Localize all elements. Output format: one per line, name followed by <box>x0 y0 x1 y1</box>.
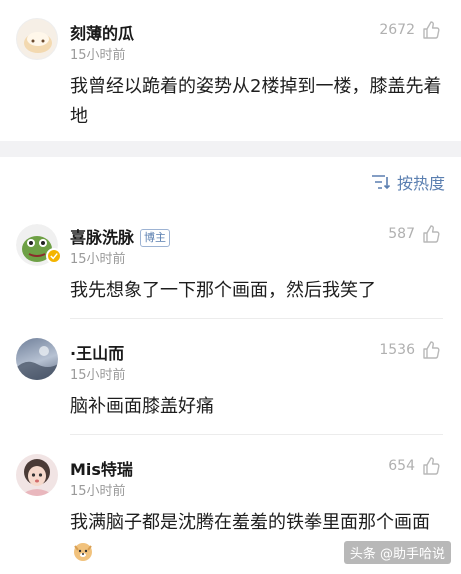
sort-by-hot-button[interactable]: 按热度 <box>371 170 445 194</box>
like-count: 654 <box>388 458 415 474</box>
like-count: 1536 <box>379 342 415 358</box>
thumbs-up-icon <box>423 457 440 475</box>
comment-divider <box>70 318 443 319</box>
landscape-avatar-icon <box>16 346 58 380</box>
username[interactable]: 喜脉洗脉 博主 <box>70 224 171 248</box>
author-badge: 博主 <box>140 229 171 247</box>
username[interactable]: 刻薄的瓜 <box>70 20 134 44</box>
like-button[interactable]: 654 <box>388 456 441 476</box>
username[interactable]: ·王山而 <box>70 340 124 364</box>
melon-avatar-icon <box>24 32 52 53</box>
thumbs-up-icon <box>423 341 440 359</box>
like-count: 2672 <box>379 22 415 38</box>
section-divider <box>0 141 461 157</box>
timestamp: 15小时前 <box>70 484 126 499</box>
comment-text: 我曾经以跪着的姿势从2楼掉到一楼，膝盖先着地 <box>70 76 442 127</box>
verified-badge-icon <box>46 248 62 264</box>
sort-label: 按热度 <box>396 174 445 193</box>
thumbs-up-icon <box>423 225 440 243</box>
comment-text: 我满脑子都是沈腾在羞羞的铁拳里面那个画面 <box>70 512 430 533</box>
watermark: 头条 @助手哈说 <box>343 541 451 564</box>
doge-emoji-icon <box>74 543 92 561</box>
sort-icon <box>371 175 391 190</box>
timestamp: 15小时前 <box>70 368 126 383</box>
username[interactable]: Mis特瑞 <box>70 456 133 480</box>
avatar[interactable] <box>16 338 58 380</box>
avatar[interactable] <box>16 18 58 60</box>
username-text: 喜脉洗脉 <box>70 228 135 247</box>
like-button[interactable]: 2672 <box>379 20 441 40</box>
like-count: 587 <box>388 226 415 242</box>
like-button[interactable]: 587 <box>388 224 441 244</box>
timestamp: 15小时前 <box>70 252 126 267</box>
comment-item: 刻薄的瓜 15小时前 2672 我曾经以跪着的姿势从2楼掉到一楼，膝盖先着地 <box>0 0 461 141</box>
timestamp: 15小时前 <box>70 48 126 63</box>
comment-divider <box>70 434 443 435</box>
avatar[interactable] <box>16 454 58 496</box>
comment-text: 脑补画面膝盖好痛 <box>70 396 214 417</box>
comment-text: 我先想象了一下那个画面，然后我笑了 <box>70 280 376 301</box>
thumbs-up-icon <box>423 21 440 39</box>
comment-item: ·王山而 15小时前 1536 脑补画面膝盖好痛 <box>0 328 461 434</box>
comment-item: 喜脉洗脉 博主 15小时前 587 我先想象了一下那个画面，然后我笑了 <box>0 212 461 326</box>
girl-avatar-icon <box>20 459 54 496</box>
like-button[interactable]: 1536 <box>379 340 441 360</box>
